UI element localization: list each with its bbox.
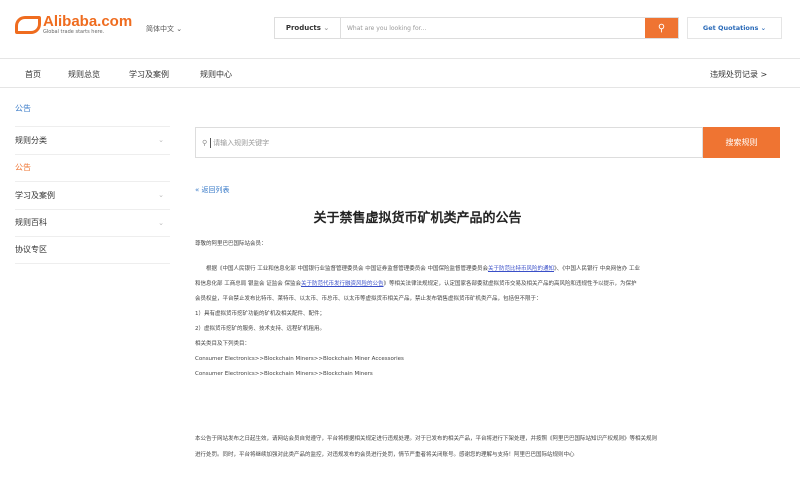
search-icon: ⚲ — [657, 22, 666, 34]
search-category-dropdown[interactable]: Products ⌄ — [275, 18, 341, 38]
sidebar-item-label: 公告 — [15, 163, 31, 173]
rule-search-input[interactable]: ⚲ 请输入规则关键字 — [195, 127, 703, 158]
language-selector[interactable]: 简体中文 ⌄ — [146, 24, 182, 34]
product-search: Products ⌄ What are you looking for... ⚲ — [274, 17, 679, 39]
sidebar-item-rule-categories[interactable]: 规则分类 ⌄ — [15, 126, 170, 154]
main-nav: 首页 规则总览 学习及案例 规则中心 违规处罚记录 > — [0, 58, 800, 88]
paragraph-1: 根据《中国人民银行 工业和信息化部 中国银行业监督管理委员会 中国证券监督管理委… — [195, 262, 640, 307]
violation-records-link[interactable]: 违规处罚记录 > — [710, 69, 767, 80]
sidebar-item-announcements[interactable]: 公告 — [15, 153, 170, 182]
sidebar-item-label: 学习及案例 — [15, 190, 55, 200]
chevron-down-icon: ⌄ — [158, 191, 164, 200]
notice-link-1[interactable]: 关于防范比特币风险的通知 — [488, 266, 554, 272]
search-button[interactable]: ⚲ — [645, 18, 678, 38]
chevron-down-icon: ⌄ — [323, 24, 330, 32]
search-category-label: Products — [285, 24, 321, 32]
notice-link-2[interactable]: 关于防范代币发行融资风险的公告 — [301, 281, 384, 287]
nav-item-learning[interactable]: 学习及案例 — [129, 69, 169, 80]
logo-mark-icon — [15, 16, 41, 34]
sidebar-item-learning[interactable]: 学习及案例 ⌄ — [15, 181, 170, 209]
language-label: 简体中文 — [146, 25, 174, 33]
paragraph-2: 本公告于网站发布之日起生效，请网站会员自觉遵守，平台将根据相关规定进行违规处理。… — [195, 436, 658, 458]
category-intro: 相关类目及下列类目： — [195, 341, 251, 347]
sidebar-item-rule-wiki[interactable]: 规则百科 ⌄ — [15, 208, 170, 237]
chevron-down-icon: ⌄ — [176, 25, 183, 33]
get-quotations-button[interactable]: Get Quotations ⌄ — [687, 17, 782, 39]
category-path: Consumer Electronics>>Blockchain Miners>… — [195, 371, 373, 377]
list-item: 2）虚拟货币挖矿的服务、技术支持、远程矿机租用。 — [195, 326, 326, 332]
nav-item-home[interactable]: 首页 — [25, 69, 41, 80]
sidebar-item-agreements[interactable]: 协议专区 — [15, 236, 170, 264]
breadcrumb[interactable]: 公告 — [15, 103, 31, 114]
sidebar-item-label: 规则分类 — [15, 135, 47, 145]
quotations-label: Get Quotations — [702, 24, 759, 32]
sidebar-item-label: 规则百科 — [15, 218, 47, 228]
chevron-down-icon: ⌄ — [158, 218, 164, 227]
rule-search-placeholder: 请输入规则关键字 — [210, 137, 269, 148]
search-icon: ⚲ — [202, 138, 208, 147]
category-path: Consumer Electronics>>Blockchain Miners>… — [195, 356, 404, 362]
article-title: 关于禁售虚拟货币矿机类产品的公告 — [313, 211, 522, 226]
list-item: 1）具有虚拟货币挖矿功能的矿机及相关配件、配件； — [195, 311, 326, 317]
chevron-down-icon: ⌄ — [158, 136, 164, 145]
text: 根据《中国人民银行 工业和信息化部 中国银行业监督管理委员会 中国证券监督管理委… — [206, 266, 488, 272]
search-rules-button[interactable]: 搜索规则 — [703, 127, 780, 158]
product-search-input[interactable]: What are you looking for... — [341, 18, 645, 38]
nav-item-rules-overview[interactable]: 规则总览 — [68, 69, 100, 80]
back-to-list-link[interactable]: « 返回列表 — [195, 185, 230, 195]
nav-item-rule-center[interactable]: 规则中心 — [200, 69, 232, 80]
alibaba-logo[interactable]: Alibaba.com Global trade starts here. — [15, 14, 132, 35]
sidebar-item-label: 协议专区 — [15, 245, 47, 255]
logo-text: Alibaba.com — [43, 13, 133, 30]
greeting: 尊敬的阿里巴巴国际站会员： — [195, 241, 267, 247]
sidebar: 规则分类 ⌄ 公告 学习及案例 ⌄ 规则百科 ⌄ 协议专区 — [15, 126, 170, 264]
article-body: 尊敬的阿里巴巴国际站会员： 根据《中国人民银行 工业和信息化部 中国银行业监督管… — [195, 237, 640, 382]
